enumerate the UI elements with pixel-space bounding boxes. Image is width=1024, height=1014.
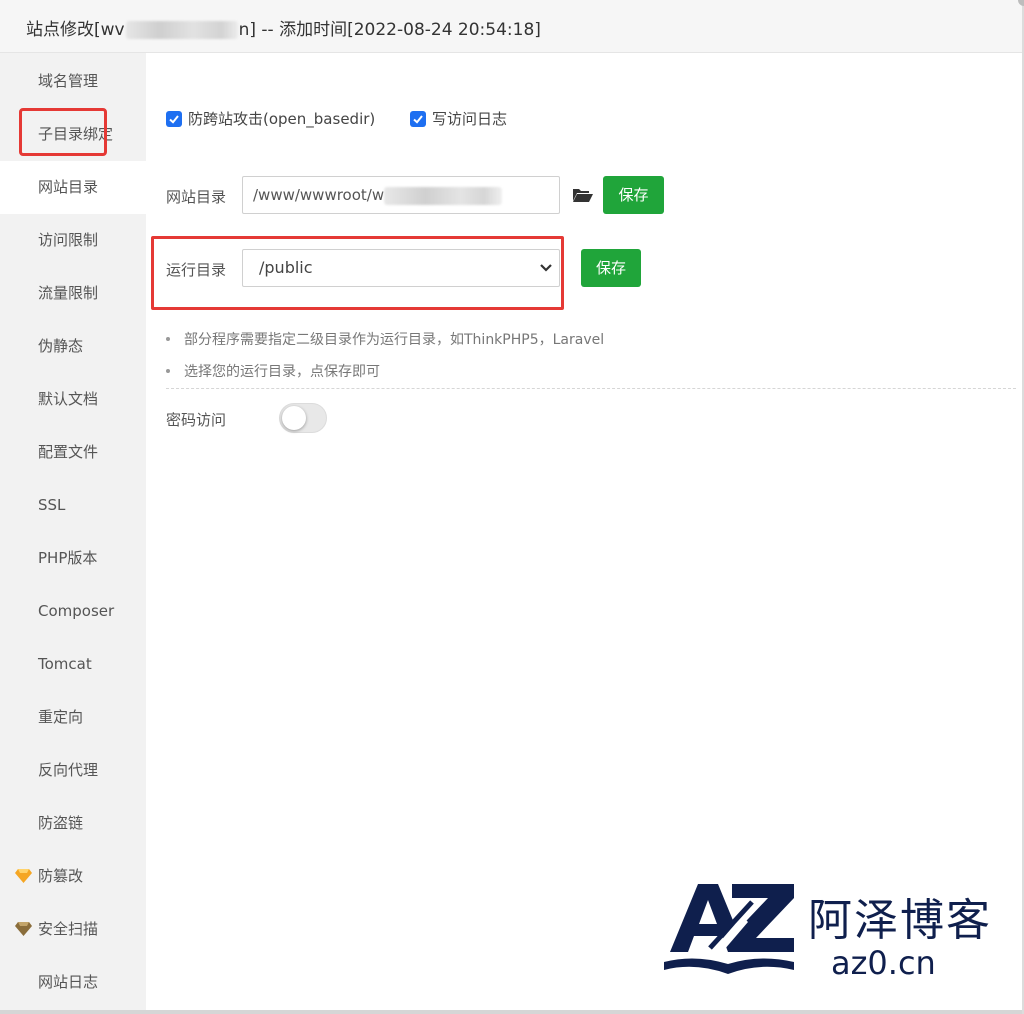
- watermark-brand: 阿泽博客: [808, 895, 992, 946]
- chevron-down-icon: [540, 264, 552, 272]
- sidebar-item-site-dir[interactable]: 网站目录: [0, 161, 146, 214]
- sidebar-item-label: 默认文档: [38, 390, 99, 408]
- sidebar-item-label: 安全扫描: [38, 920, 99, 938]
- bullet-icon: [166, 369, 170, 373]
- sidebar-item-label: Tomcat: [38, 655, 92, 673]
- sidebar-item-label: 配置文件: [38, 443, 99, 461]
- gem-icon: [15, 869, 32, 883]
- watermark-url: az0.cn: [831, 944, 936, 982]
- dialog-bottom-border: [0, 1010, 1022, 1014]
- sidebar-item-redirect[interactable]: 重定向: [0, 691, 146, 744]
- run-dir-save-button[interactable]: 保存: [581, 249, 641, 287]
- sidebar-item-rewrite[interactable]: 伪静态: [0, 320, 146, 373]
- sidebar-item-php-version[interactable]: PHP版本: [0, 532, 146, 585]
- run-dir-select[interactable]: /public: [242, 249, 560, 287]
- title-suffix: n] -- 添加时间[2022-08-24 20:54:18]: [238, 20, 541, 40]
- site-dir-input[interactable]: /www/wwwroot/w: [242, 176, 560, 214]
- site-dir-label: 网站目录: [166, 188, 227, 206]
- sidebar-item-label: 伪静态: [38, 337, 84, 355]
- access-log-checkbox[interactable]: 写访问日志: [410, 108, 507, 129]
- sidebar-item-hotlink[interactable]: 防盗链: [0, 797, 146, 850]
- access-log-label: 写访问日志: [432, 110, 508, 128]
- run-dir-selected-value: /public: [259, 258, 313, 277]
- anti-xss-label: 防跨站攻击(open_basedir): [188, 110, 376, 128]
- sidebar-item-label: Composer: [38, 602, 115, 620]
- dialog-titlebar: 站点修改[wv n] -- 添加时间[2022-08-24 20:54:18]: [0, 0, 1022, 53]
- sidebar: 域名管理 子目录绑定 网站目录 访问限制 流量限制 伪静态 默认文档 配置文件 …: [0, 53, 146, 1010]
- toggle-knob: [282, 406, 306, 430]
- sidebar-item-config-file[interactable]: 配置文件: [0, 426, 146, 479]
- sidebar-item-label: 防篡改: [38, 867, 84, 885]
- sidebar-item-tamper-proof[interactable]: 防篡改: [0, 850, 146, 903]
- run-dir-label: 运行目录: [166, 261, 227, 279]
- sidebar-item-reverse-proxy[interactable]: 反向代理: [0, 744, 146, 797]
- bullet-icon: [166, 337, 170, 341]
- sidebar-item-security-scan[interactable]: 安全扫描: [0, 903, 146, 956]
- site-dir-value: /www/wwwroot/w: [253, 186, 385, 204]
- sidebar-item-label: 防盗链: [38, 814, 84, 832]
- redacted-path: [384, 186, 503, 205]
- sidebar-item-label: 域名管理: [38, 72, 99, 90]
- folder-open-icon[interactable]: [572, 187, 594, 203]
- sidebar-item-ssl[interactable]: SSL: [0, 479, 146, 532]
- sidebar-item-label: 访问限制: [38, 231, 99, 249]
- highlight-box-sidebar: [19, 108, 107, 156]
- redacted-domain: [125, 21, 238, 39]
- tip-text: 选择您的运行目录，点保存即可: [184, 364, 380, 380]
- checkbox-checked-icon: [166, 111, 182, 127]
- tip-item: 部分程序需要指定二级目录作为运行目录，如ThinkPHP5，Laravel: [166, 329, 604, 349]
- sidebar-item-site-log[interactable]: 网站日志: [0, 956, 146, 1009]
- tip-item: 选择您的运行目录，点保存即可: [166, 361, 380, 381]
- sidebar-item-access-limit[interactable]: 访问限制: [0, 214, 146, 267]
- sidebar-item-label: PHP版本: [38, 549, 98, 567]
- dialog-title: 站点修改[wv n] -- 添加时间[2022-08-24 20:54:18]: [26, 15, 541, 40]
- anti-xss-checkbox[interactable]: 防跨站攻击(open_basedir): [166, 108, 375, 129]
- sidebar-item-label: 网站目录: [38, 178, 99, 196]
- divider: [166, 388, 1016, 389]
- sidebar-item-default-doc[interactable]: 默认文档: [0, 373, 146, 426]
- sidebar-item-composer[interactable]: Composer: [0, 585, 146, 638]
- sidebar-item-label: SSL: [38, 496, 66, 514]
- sidebar-item-label: 流量限制: [38, 284, 99, 302]
- sidebar-item-traffic-limit[interactable]: 流量限制: [0, 267, 146, 320]
- sidebar-item-tomcat[interactable]: Tomcat: [0, 638, 146, 691]
- gem-icon: [15, 922, 32, 936]
- sidebar-item-label: 反向代理: [38, 761, 99, 779]
- password-access-label: 密码访问: [166, 411, 227, 429]
- sidebar-item-domain[interactable]: 域名管理: [0, 55, 146, 108]
- title-prefix: 站点修改[wv: [26, 20, 125, 40]
- tip-text: 部分程序需要指定二级目录作为运行目录，如ThinkPHP5，Laravel: [184, 332, 605, 348]
- sidebar-item-label: 网站日志: [38, 973, 99, 991]
- sidebar-item-label: 重定向: [38, 708, 84, 726]
- checkbox-checked-icon: [410, 111, 426, 127]
- site-dir-save-button[interactable]: 保存: [603, 176, 664, 214]
- password-access-toggle[interactable]: [279, 403, 327, 433]
